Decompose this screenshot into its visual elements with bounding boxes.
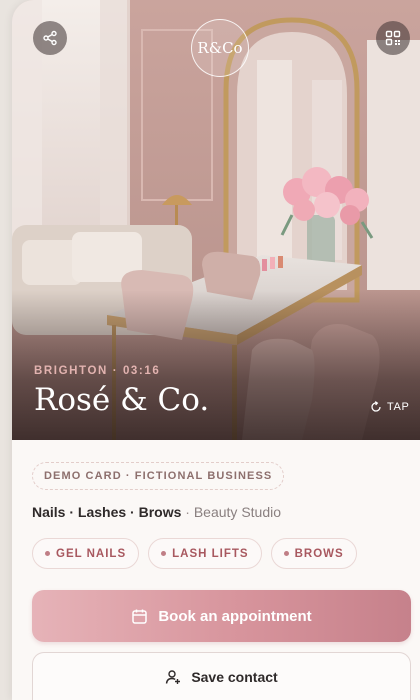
business-name: Rosé & Co. (34, 382, 210, 418)
book-appointment-label: Book an appointment (158, 607, 312, 625)
chip-label: BROWS (294, 547, 344, 560)
location-time: BRIGHTON · 03:16 (34, 365, 161, 377)
qr-code-button[interactable] (376, 21, 410, 55)
chip-dot (283, 551, 289, 556)
service-chips: GEL NAILS LASH LIFTS BROWS (32, 538, 357, 569)
save-contact-label: Save contact (191, 668, 278, 685)
services-line: Nails · Lashes · Brows · Beauty Studio (32, 504, 281, 520)
hero-image[interactable]: R&Co BRIGHTON · 03:16 Rosé & Co. TAP (12, 0, 420, 440)
chip-label: LASH LIFTS (172, 547, 249, 560)
business-card: R&Co BRIGHTON · 03:16 Rosé & Co. TAP DEM… (12, 0, 420, 700)
chip-label: GEL NAILS (56, 547, 127, 560)
chip-dot (45, 551, 50, 556)
tap-label: TAP (387, 401, 410, 413)
services-separator: · (181, 504, 194, 520)
share-button[interactable] (33, 21, 67, 55)
business-category: Beauty Studio (193, 504, 282, 520)
calendar-icon (132, 609, 148, 624)
business-logo: R&Co (191, 19, 249, 77)
chip-lash-lifts[interactable]: LASH LIFTS (148, 538, 262, 569)
save-contact-button[interactable]: Save contact (32, 652, 411, 700)
demo-card-badge: DEMO CARD · FICTIONAL BUSINESS (32, 462, 285, 490)
chip-gel-nails[interactable]: GEL NAILS (32, 538, 140, 569)
chip-brows[interactable]: BROWS (270, 538, 357, 569)
logo-monogram: R&Co (197, 39, 243, 57)
share-icon (43, 30, 57, 46)
qr-code-icon (385, 30, 401, 46)
book-appointment-button[interactable]: Book an appointment (32, 590, 411, 642)
tap-flip-hint[interactable]: TAP (370, 401, 409, 413)
demo-card-label: DEMO CARD · FICTIONAL BUSINESS (44, 470, 273, 482)
chip-dot (161, 551, 167, 556)
add-person-icon (166, 669, 181, 684)
services-list: Nails · Lashes · Brows (32, 504, 182, 520)
rotate-icon (371, 401, 381, 412)
